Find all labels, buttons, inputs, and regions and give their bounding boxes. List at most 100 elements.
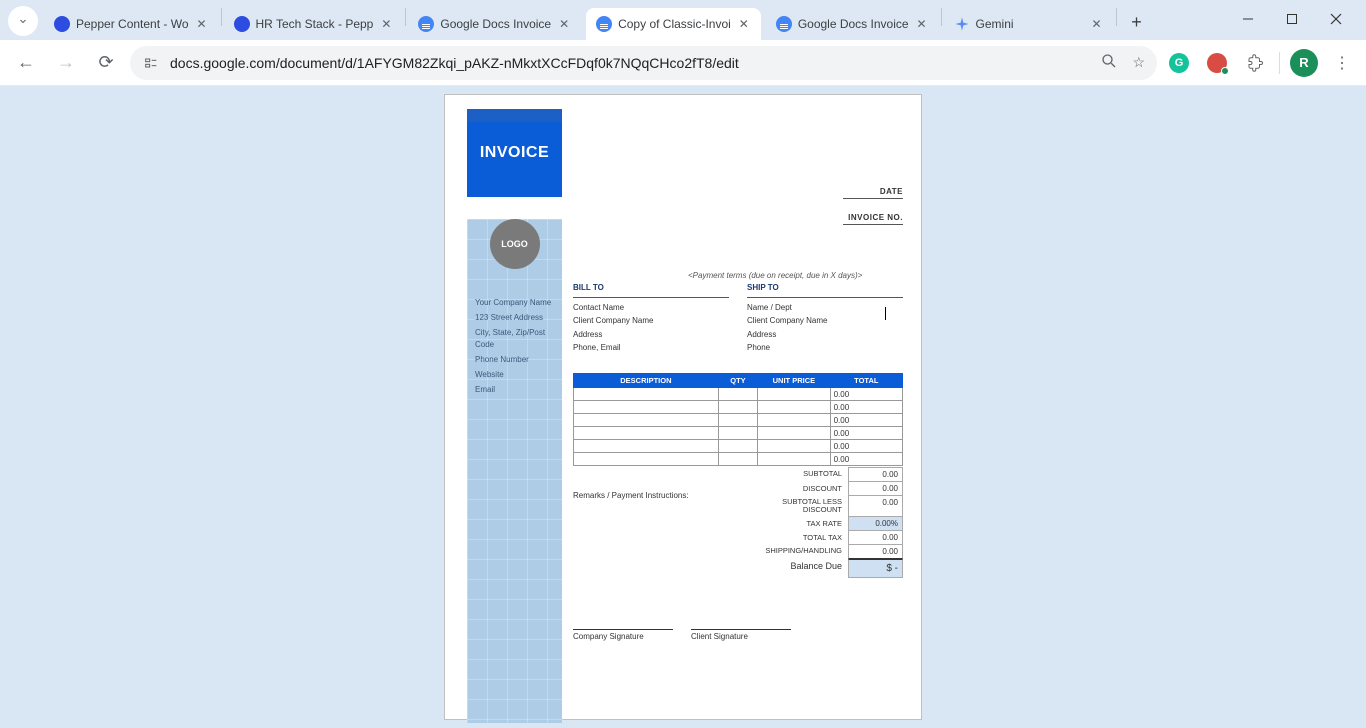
sidebar-body: LOGO Your Company Name 123 Street Addres… — [467, 219, 562, 723]
docs-icon — [776, 16, 792, 32]
new-tab-button[interactable]: + — [1123, 8, 1151, 36]
zoom-icon[interactable] — [1100, 52, 1118, 73]
table-row: 0.00 — [574, 414, 903, 427]
window-controls — [1226, 4, 1358, 40]
tab-title: HR Tech Stack - Pepp — [256, 17, 374, 31]
bill-company: Client Company Name — [573, 314, 729, 328]
reload-button[interactable]: ⟳ — [90, 47, 122, 79]
tab-docs-invoice-2[interactable]: Google Docs Invoice ✕ — [766, 8, 939, 40]
logo-placeholder: LOGO — [490, 219, 540, 269]
subtotal-less-label: SUBTOTAL LESS DISCOUNT — [743, 496, 848, 517]
col-unit-price: UNIT PRICE — [758, 374, 830, 388]
company-email: Email — [475, 384, 554, 397]
company-website: Website — [475, 369, 554, 382]
site-info-icon[interactable] — [142, 54, 160, 72]
extension-grammarly-icon[interactable]: G — [1165, 49, 1193, 77]
document-viewport[interactable]: INVOICE LOGO Your Company Name 123 Stree… — [0, 86, 1366, 728]
balance-due-label: Balance Due — [743, 559, 848, 578]
gemini-icon — [954, 16, 970, 32]
close-icon[interactable]: ✕ — [557, 17, 571, 31]
total-tax-value: 0.00 — [848, 531, 903, 545]
invoice-title: INVOICE — [480, 144, 549, 162]
ship-name: Name / Dept — [747, 301, 903, 315]
url-text: docs.google.com/document/d/1AFYGM82Zkqi_… — [170, 55, 739, 71]
tab-title: Pepper Content - Wo — [76, 17, 189, 31]
tab-title: Copy of Classic-Invoi — [618, 17, 731, 31]
maximize-button[interactable] — [1270, 4, 1314, 34]
company-addr1: 123 Street Address — [475, 312, 554, 325]
date-label: DATE — [843, 187, 903, 199]
forward-button[interactable]: → — [50, 47, 82, 79]
bill-to-column: BILL TO Contact Name Client Company Name… — [573, 281, 729, 355]
toolbar: ← → ⟳ docs.google.com/document/d/1AFYGM8… — [0, 40, 1366, 86]
company-phone: Phone Number — [475, 354, 554, 367]
invoice-meta: DATE INVOICE NO. — [843, 187, 903, 239]
close-icon[interactable]: ✕ — [195, 17, 209, 31]
discount-value: 0.00 — [848, 482, 903, 496]
subtotal-value: 0.00 — [848, 467, 903, 482]
minimize-button[interactable] — [1226, 4, 1270, 34]
tab-title: Google Docs Invoice — [440, 17, 551, 31]
back-button[interactable]: ← — [10, 47, 42, 79]
company-info: Your Company Name 123 Street Address Cit… — [467, 297, 562, 397]
table-row: 0.00 — [574, 453, 903, 466]
ship-phone: Phone — [747, 341, 903, 355]
subtotal-less-value: 0.00 — [848, 496, 903, 517]
close-icon[interactable]: ✕ — [915, 17, 929, 31]
document-page[interactable]: INVOICE LOGO Your Company Name 123 Stree… — [444, 94, 922, 720]
search-tabs-button[interactable] — [8, 6, 38, 36]
menu-icon[interactable]: ⋮ — [1328, 49, 1356, 77]
address-bar[interactable]: docs.google.com/document/d/1AFYGM82Zkqi_… — [130, 46, 1157, 80]
tab-pepper-content[interactable]: Pepper Content - Wo ✕ — [44, 8, 219, 40]
ship-to-header: SHIP TO — [747, 281, 903, 298]
tab-copy-classic-invoice[interactable]: Copy of Classic-Invoi ✕ — [586, 8, 761, 40]
close-window-button[interactable] — [1314, 4, 1358, 34]
col-total: TOTAL — [830, 374, 902, 388]
invoice-no-label: INVOICE NO. — [843, 213, 903, 225]
close-icon[interactable]: ✕ — [379, 17, 393, 31]
company-signature: Company Signature — [573, 629, 673, 641]
discount-label: DISCOUNT — [743, 482, 848, 496]
close-icon[interactable]: ✕ — [1090, 17, 1104, 31]
tab-favicon — [234, 16, 250, 32]
chevron-down-icon — [17, 15, 29, 27]
tab-strip-left — [8, 6, 44, 40]
ship-to-column: SHIP TO Name / Dept Client Company Name … — [747, 281, 903, 355]
table-row: 0.00 — [574, 427, 903, 440]
invoice-header-box: INVOICE — [467, 109, 562, 197]
payment-terms: <Payment terms (due on receipt, due in X… — [688, 271, 903, 280]
table-row: 0.00 — [574, 440, 903, 453]
tax-rate-label: TAX RATE — [743, 517, 848, 531]
tab-title: Google Docs Invoice — [798, 17, 909, 31]
extension-adblock-icon[interactable] — [1203, 49, 1231, 77]
tab-strip: Pepper Content - Wo ✕ HR Tech Stack - Pe… — [0, 0, 1366, 40]
table-row: 0.00 — [574, 401, 903, 414]
invoice-sidebar: INVOICE LOGO Your Company Name 123 Stree… — [467, 109, 562, 701]
ship-company: Client Company Name — [747, 314, 903, 328]
client-signature: Client Signature — [691, 629, 791, 641]
bill-to-header: BILL TO — [573, 281, 729, 298]
bill-ship-section: BILL TO Contact Name Client Company Name… — [573, 281, 903, 355]
shipping-label: SHIPPING/HANDLING — [743, 545, 848, 559]
tab-hr-tech[interactable]: HR Tech Stack - Pepp ✕ — [224, 8, 404, 40]
total-tax-label: TOTAL TAX — [743, 531, 848, 545]
summary-section: SUBTOTAL0.00 DISCOUNT0.00 SUBTOTAL LESS … — [743, 467, 903, 578]
shipping-value: 0.00 — [848, 545, 903, 559]
bill-address: Address — [573, 328, 729, 342]
tax-rate-value: 0.00% — [848, 517, 903, 531]
tab-favicon — [54, 16, 70, 32]
docs-icon — [418, 16, 434, 32]
tab-docs-invoice-1[interactable]: Google Docs Invoice ✕ — [408, 8, 581, 40]
company-addr2: City, State, Zip/Post Code — [475, 327, 554, 353]
bill-contact: Contact Name — [573, 301, 729, 315]
tab-gemini[interactable]: Gemini ✕ — [944, 8, 1114, 40]
close-icon[interactable]: ✕ — [737, 17, 751, 31]
docs-icon — [596, 16, 612, 32]
company-name: Your Company Name — [475, 297, 554, 310]
bookmark-icon[interactable]: ☆ — [1132, 54, 1145, 71]
signatures: Company Signature Client Signature — [573, 629, 791, 641]
profile-button[interactable]: R — [1290, 49, 1318, 77]
balance-due-value: $ - — [848, 559, 903, 578]
line-items-table: DESCRIPTION QTY UNIT PRICE TOTAL 0.00 0.… — [573, 373, 903, 466]
extensions-icon[interactable] — [1241, 49, 1269, 77]
